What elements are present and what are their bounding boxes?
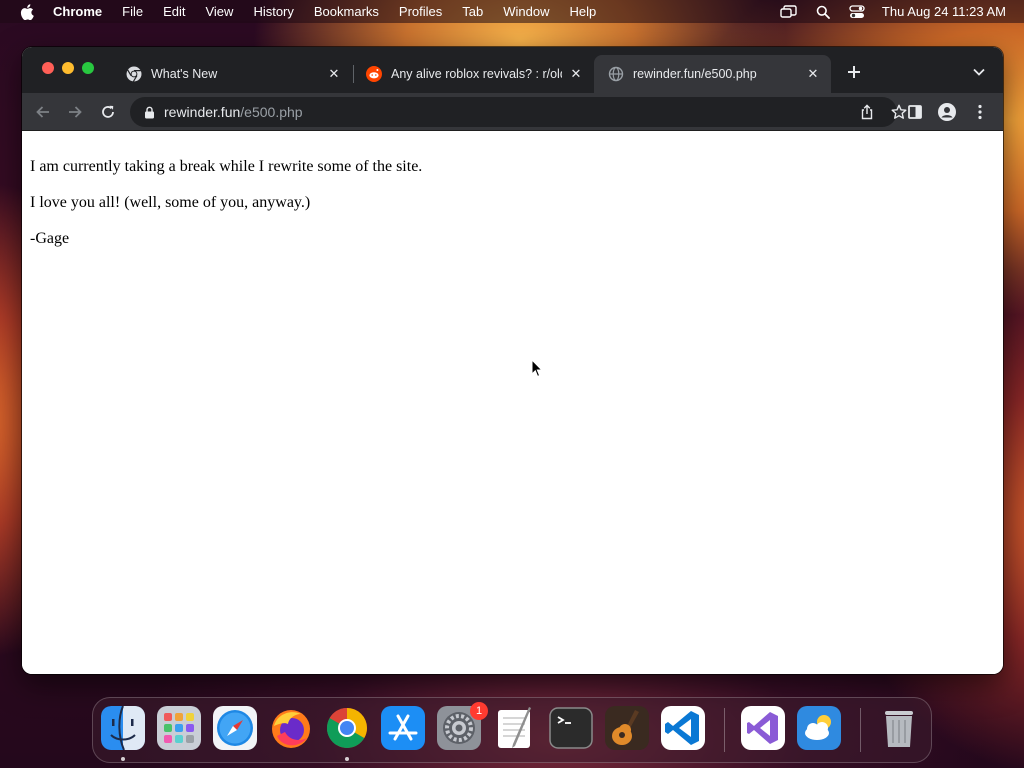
url-path: /e500.php: [240, 104, 303, 120]
dock-separator: [860, 708, 861, 752]
safari-icon[interactable]: [213, 706, 257, 750]
spotlight-search-icon[interactable]: [814, 5, 832, 19]
menu-bookmarks[interactable]: Bookmarks: [314, 4, 379, 19]
tab-title: What's New: [151, 67, 218, 81]
chrome-menu-button[interactable]: [969, 101, 991, 123]
page-signature: -Gage: [30, 230, 70, 247]
menu-help[interactable]: Help: [570, 4, 597, 19]
tab-close-icon[interactable]: ✕: [805, 66, 821, 82]
tab-title: Any alive roblox revivals? : r/old: [391, 67, 562, 81]
forward-button[interactable]: [64, 101, 86, 123]
textedit-icon[interactable]: [493, 706, 537, 750]
reddit-icon: [366, 66, 382, 82]
running-indicator: [121, 757, 125, 761]
firefox-icon[interactable]: [269, 706, 313, 750]
menu-file[interactable]: File: [122, 4, 143, 19]
new-tab-button[interactable]: [844, 62, 864, 82]
visual-studio-icon[interactable]: [741, 706, 785, 750]
dock: 1: [92, 697, 932, 763]
menubar-clock[interactable]: Thu Aug 24 11:23 AM: [882, 4, 1006, 19]
menu-tab[interactable]: Tab: [462, 4, 483, 19]
side-panel-icon: [908, 105, 922, 119]
page-paragraph: I love you all! (well, some of you, anyw…: [30, 194, 311, 211]
arrow-left-icon: [36, 106, 49, 118]
control-center-icon[interactable]: [848, 4, 866, 19]
plus-icon: [848, 66, 860, 78]
page-content: I am currently taking a break while I re…: [22, 132, 1003, 674]
window-close-button[interactable]: [42, 62, 54, 74]
window-zoom-button[interactable]: [82, 62, 94, 74]
tab-rewinder[interactable]: rewinder.fun/e500.php ✕: [594, 55, 831, 93]
profile-button[interactable]: [936, 101, 958, 123]
reload-icon: [102, 105, 114, 118]
globe-icon: [608, 66, 624, 82]
menu-app-name[interactable]: Chrome: [53, 4, 102, 19]
browser-window: What's New ✕ Any alive roblox revivals? …: [22, 47, 1003, 674]
lock-icon[interactable]: [142, 105, 156, 119]
window-controls: [42, 62, 94, 74]
chrome-icon: [126, 66, 142, 82]
tab-strip: What's New ✕ Any alive roblox revivals? …: [22, 47, 1003, 93]
notification-badge: 1: [470, 702, 488, 720]
menu-profiles[interactable]: Profiles: [399, 4, 442, 19]
running-indicator: [345, 757, 349, 761]
url-host: rewinder.fun: [164, 104, 241, 120]
menu-view[interactable]: View: [205, 4, 233, 19]
screen-mirroring-icon[interactable]: [780, 4, 798, 19]
menu-bar: Chrome File Edit View History Bookmarks …: [0, 0, 1024, 23]
launchpad-icon[interactable]: [157, 706, 201, 750]
app-store-icon[interactable]: [381, 706, 425, 750]
garageband-icon[interactable]: [605, 706, 649, 750]
google-chrome-icon[interactable]: [325, 706, 369, 750]
chevron-down-icon: [973, 68, 985, 76]
tab-title: rewinder.fun/e500.php: [633, 67, 757, 81]
more-vertical-icon: [978, 104, 982, 120]
finder-icon[interactable]: [101, 706, 145, 750]
menu-history[interactable]: History: [253, 4, 293, 19]
menu-window[interactable]: Window: [503, 4, 549, 19]
visual-studio-code-icon[interactable]: [661, 706, 705, 750]
trash-icon[interactable]: [877, 706, 921, 750]
weather-icon[interactable]: [797, 706, 841, 750]
side-panel-button[interactable]: [904, 101, 926, 123]
share-icon[interactable]: [859, 104, 875, 120]
terminal-icon[interactable]: [549, 706, 593, 750]
apple-menu-icon[interactable]: [18, 3, 35, 20]
arrow-right-icon: [69, 106, 82, 118]
tab-close-icon[interactable]: ✕: [326, 66, 342, 82]
tab-search-button[interactable]: [969, 62, 989, 82]
mouse-cursor-icon: [531, 359, 543, 378]
page-paragraph: I am currently taking a break while I re…: [30, 158, 423, 175]
back-button[interactable]: [32, 101, 54, 123]
dock-separator: [724, 708, 725, 752]
tab-close-icon[interactable]: ✕: [568, 66, 584, 82]
menu-edit[interactable]: Edit: [163, 4, 185, 19]
reload-button[interactable]: [97, 101, 119, 123]
tab-whats-new[interactable]: What's New ✕: [112, 55, 352, 93]
address-bar[interactable]: rewinder.fun/e500.php: [130, 97, 907, 127]
tab-reddit[interactable]: Any alive roblox revivals? : r/old ✕: [352, 55, 594, 93]
profile-icon: [938, 103, 956, 121]
window-minimize-button[interactable]: [62, 62, 74, 74]
browser-toolbar: rewinder.fun/e500.php: [22, 93, 1003, 131]
